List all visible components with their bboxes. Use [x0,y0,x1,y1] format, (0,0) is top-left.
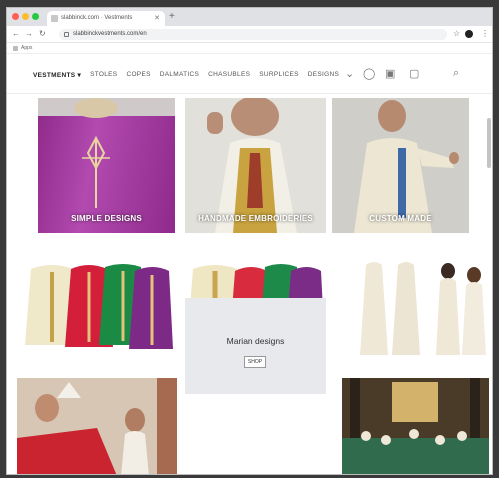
window-controls [12,13,39,20]
tile-custom-made[interactable]: CUSTOM MADE [332,98,469,233]
new-tab-icon[interactable]: + [169,11,175,22]
albs-and-models-image [360,262,486,355]
product-albs[interactable] [348,257,489,357]
reload-icon[interactable]: ↻ [39,29,46,38]
site-header: VESTMENTS ▾ STOLES COPES DALMATICS CHASU… [7,54,492,94]
url-text: slabbinckvestments.com/en [73,31,147,37]
profile-avatar[interactable] [465,30,473,38]
page-scrollbar[interactable] [487,118,491,168]
cart-icon[interactable]: ▣ [385,67,395,80]
marian-designs-banner[interactable]: Marian designs SHOP [185,298,326,394]
main-menu: VESTMENTS ▾ STOLES COPES DALMATICS CHASU… [33,71,339,79]
tile-handmade-embroideries[interactable]: HANDMADE EMBROIDERIES [185,98,326,233]
bookmark-apps[interactable]: Apps [21,45,32,51]
back-icon[interactable]: ← [12,29,20,38]
favicon-icon [51,15,58,22]
tile-simple-designs[interactable]: SIMPLE DESIGNS [38,98,175,233]
tile-caption: CUSTOM MADE [369,214,432,223]
menu-item-copes[interactable]: COPES [126,71,150,79]
procession-image [17,378,177,474]
close-tab-icon[interactable]: ✕ [154,14,160,22]
cathedral-mass-image [342,378,489,474]
marian-designs-title: Marian designs [226,336,285,346]
search-icon[interactable]: ⌕ [453,67,459,80]
menu-item-dalmatics[interactable]: DALMATICS [160,71,199,79]
four-chasubles-image [25,264,173,349]
browser-menu-icon[interactable]: ⋮ [481,29,489,38]
forward-icon[interactable]: → [25,29,33,38]
tab-title: slabbinck.com · Vestments [61,15,133,21]
maximize-window-icon[interactable] [32,13,39,20]
url-field[interactable]: slabbinckvestments.com/en [59,29,447,40]
photo-procession[interactable] [17,378,177,474]
product-chasubles-set-1[interactable] [17,257,177,357]
user-icon[interactable]: ◯ [363,67,375,80]
menu-item-stoles[interactable]: STOLES [90,71,117,79]
bookmarks-bar: Apps [7,43,492,54]
menu-item-surplices[interactable]: SURPLICES [259,71,299,79]
photo-cathedral-mass[interactable] [342,378,489,474]
custom-vestment-image [332,98,469,233]
browser-window: slabbinck.com · Vestments ✕ + ← → ↻ slab… [6,7,493,475]
purple-chasuble-image [38,98,175,208]
close-window-icon[interactable] [12,13,19,20]
menu-item-chasubles[interactable]: CHASUBLES [208,71,250,79]
tile-caption: SIMPLE DESIGNS [71,214,142,223]
minimize-window-icon[interactable] [22,13,29,20]
browser-tab-bar: slabbinck.com · Vestments ✕ + [7,8,492,26]
menu-item-vestments[interactable]: VESTMENTS ▾ [33,71,81,79]
apps-icon[interactable] [13,46,18,51]
lock-icon [64,32,69,37]
bookmark-star-icon[interactable]: ☆ [453,29,460,38]
browser-tab[interactable]: slabbinck.com · Vestments ✕ [47,11,165,26]
chevron-down-icon[interactable]: ⌄ [345,67,354,80]
menu-item-designs[interactable]: DESIGNS [308,71,339,79]
priest-embroidery-image [185,98,326,233]
marian-shop-button[interactable]: SHOP [244,356,266,368]
address-bar-row: ← → ↻ slabbinckvestments.com/en ☆ ⋮ [7,26,492,43]
wishlist-icon[interactable]: ▢ [409,67,419,80]
tile-caption: HANDMADE EMBROIDERIES [198,214,313,223]
